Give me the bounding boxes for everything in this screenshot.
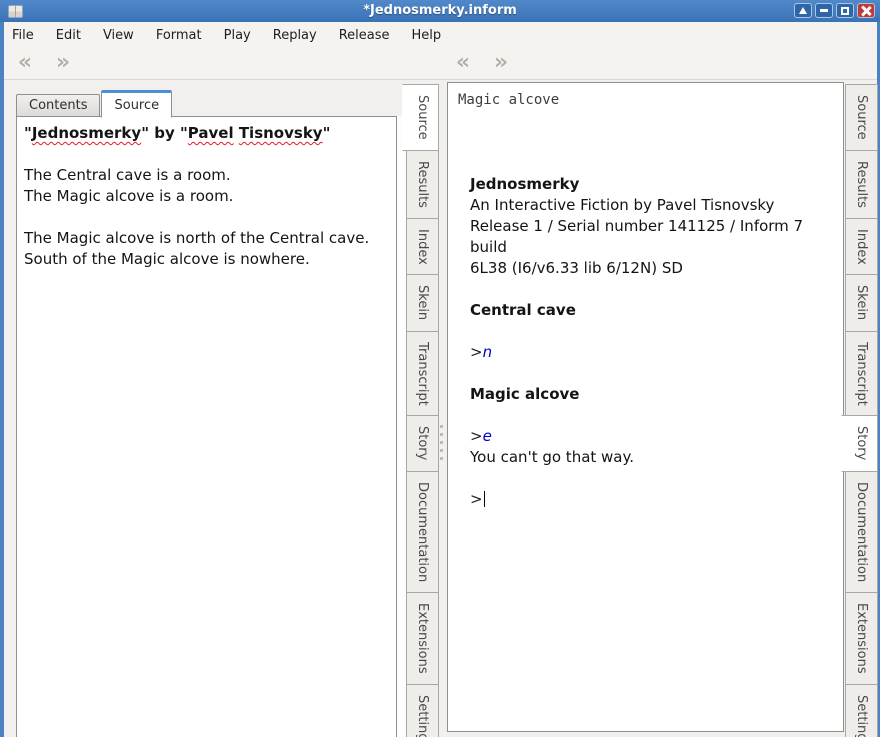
left-tab-transcript[interactable]: Transcript xyxy=(406,330,439,417)
maximize-icon xyxy=(841,6,849,15)
menu-replay[interactable]: Replay xyxy=(262,24,328,47)
tab-contents[interactable]: Contents xyxy=(16,94,101,117)
left-tab-source[interactable]: Source xyxy=(402,84,439,151)
right-tab-story[interactable]: Story xyxy=(841,415,878,472)
right-pane-nav: « » xyxy=(450,48,514,76)
right-tab-settings[interactable]: Settings xyxy=(845,683,878,737)
prompt: > xyxy=(470,490,483,508)
room-name: Magic alcove xyxy=(470,385,580,403)
left-tab-extensions[interactable]: Extensions xyxy=(406,591,439,685)
minimize-icon xyxy=(820,9,828,12)
left-tab-story[interactable]: Story xyxy=(406,415,439,472)
menu-edit[interactable]: Edit xyxy=(45,24,92,47)
by-segment: " by " xyxy=(141,124,188,142)
forward-icon: » xyxy=(493,49,509,75)
typed-command: n xyxy=(482,343,493,361)
misspelled-word: Tisnovsky xyxy=(238,124,323,142)
prompt: > xyxy=(470,427,483,445)
left-tab-documentation[interactable]: Documentation xyxy=(406,470,439,593)
story-response: You can't go that way. xyxy=(470,448,635,466)
left-tab-results[interactable]: Results xyxy=(406,149,439,219)
story-status-line: Magic alcove xyxy=(458,92,560,108)
minimize-button[interactable] xyxy=(815,3,833,18)
left-pane-nav: « » xyxy=(12,48,76,76)
command-line: >n xyxy=(470,342,829,363)
right-tab-source[interactable]: Source xyxy=(845,84,878,151)
source-line: The Magic alcove is a room. xyxy=(24,187,234,205)
right-tab-transcript[interactable]: Transcript xyxy=(845,330,878,417)
close-button[interactable] xyxy=(857,3,875,18)
titlebar[interactable]: *Jednosmerky.inform xyxy=(0,0,880,22)
right-vertical-tabs: Source Results Index Skein Transcript St… xyxy=(841,84,878,737)
tab-source[interactable]: Source xyxy=(101,90,173,118)
forward-icon: » xyxy=(55,49,71,75)
menu-file[interactable]: File xyxy=(1,24,45,47)
story-title: Jednosmerky xyxy=(470,175,580,193)
source-title-line: "Jednosmerky" by "Pavel Tisnovsky" xyxy=(24,123,389,144)
right-tab-extensions[interactable]: Extensions xyxy=(845,591,878,685)
right-tab-documentation[interactable]: Documentation xyxy=(845,470,878,593)
maximize-button[interactable] xyxy=(836,3,854,18)
story-release-line: 6L38 (I6/v6.33 lib 6/12N) SD xyxy=(470,259,683,277)
left-tab-settings[interactable]: Settings xyxy=(406,683,439,737)
story-view[interactable]: Magic alcove Jednosmerky An Interactive … xyxy=(447,82,844,732)
left-back-button[interactable]: « xyxy=(12,48,38,76)
source-line: The Magic alcove is north of the Central… xyxy=(24,229,370,247)
menu-help[interactable]: Help xyxy=(401,24,453,47)
right-tab-index[interactable]: Index xyxy=(845,217,878,276)
text-caret xyxy=(483,491,486,507)
splitter-grip-icon xyxy=(440,425,443,460)
misspelled-word: Jednosmerky xyxy=(31,124,142,142)
right-tab-results[interactable]: Results xyxy=(845,149,878,219)
left-tab-index[interactable]: Index xyxy=(406,217,439,276)
window-border-left xyxy=(0,22,4,737)
menubar: File Edit View Format Play Replay Releas… xyxy=(0,22,880,48)
left-vertical-tabs: Source Results Index Skein Transcript St… xyxy=(402,84,439,737)
prompt: > xyxy=(470,343,483,361)
menu-view[interactable]: View xyxy=(92,24,145,47)
right-forward-button[interactable]: » xyxy=(488,48,514,76)
typed-command: e xyxy=(482,427,492,445)
window-title: *Jednosmerky.inform xyxy=(363,3,517,18)
shade-icon xyxy=(799,7,807,14)
story-release-line: Release 1 / Serial number 141125 / Infor… xyxy=(470,217,804,256)
inform-ide-window: *Jednosmerky.inform File Edit View Forma… xyxy=(0,0,880,737)
left-forward-button[interactable]: » xyxy=(50,48,76,76)
left-tab-skein[interactable]: Skein xyxy=(406,274,439,332)
command-input-line[interactable]: > xyxy=(470,489,829,510)
toolbar: « » « » xyxy=(0,48,880,80)
misspelled-word: Pavel xyxy=(187,124,234,142)
room-name: Central cave xyxy=(470,301,576,319)
source-text-editor[interactable]: "Jednosmerky" by "Pavel Tisnovsky" The C… xyxy=(16,116,397,737)
window-controls xyxy=(794,3,875,18)
back-icon: « xyxy=(455,49,471,75)
shade-button[interactable] xyxy=(794,3,812,18)
story-transcript: Jednosmerky An Interactive Fiction by Pa… xyxy=(470,174,829,510)
source-pane-tabbar: Contents Source xyxy=(16,89,173,118)
quote: " xyxy=(24,124,32,142)
right-tab-skein[interactable]: Skein xyxy=(845,274,878,332)
source-line: The Central cave is a room. xyxy=(24,166,231,184)
close-icon xyxy=(861,6,871,16)
right-back-button[interactable]: « xyxy=(450,48,476,76)
command-line: >e xyxy=(470,426,829,447)
story-byline: An Interactive Fiction by Pavel Tisnovsk… xyxy=(470,196,775,214)
quote: " xyxy=(322,124,331,142)
back-icon: « xyxy=(17,49,33,75)
menu-format[interactable]: Format xyxy=(145,24,213,47)
source-line: South of the Magic alcove is nowhere. xyxy=(24,250,310,268)
menu-release[interactable]: Release xyxy=(328,24,401,47)
menu-play[interactable]: Play xyxy=(213,24,262,47)
source-scrollbar[interactable] xyxy=(397,116,406,737)
